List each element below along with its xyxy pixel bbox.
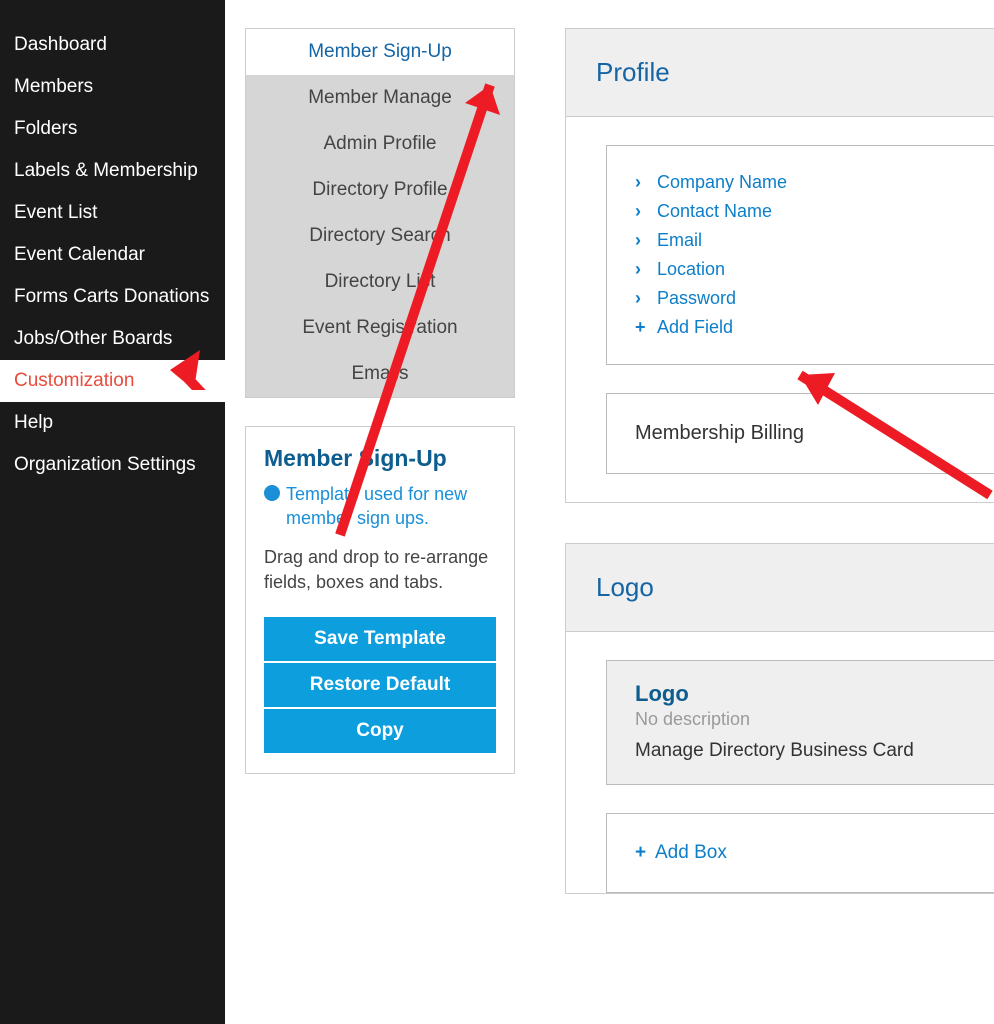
template-panel: Member Sign-Up Template used for new mem…: [245, 426, 515, 774]
panel-help-text: Drag and drop to re-arrange fields, boxe…: [264, 545, 496, 595]
logo-card-title: Logo: [635, 681, 974, 707]
sidebar: Dashboard Members Folders Labels & Membe…: [0, 0, 225, 1024]
field-password[interactable]: › Password: [635, 284, 974, 313]
profile-body: › Company Name › Contact Name › Email › …: [566, 117, 994, 502]
field-company-name[interactable]: › Company Name: [635, 168, 974, 197]
plus-icon: +: [635, 317, 657, 338]
add-box-label: Add Box: [655, 842, 727, 863]
sidebar-item-event-calendar[interactable]: Event Calendar: [0, 234, 225, 276]
panel-title: Member Sign-Up: [264, 445, 496, 472]
sidebar-item-event-list[interactable]: Event List: [0, 192, 225, 234]
sidebar-item-jobs-other-boards[interactable]: Jobs/Other Boards: [0, 318, 225, 360]
sidebar-item-organization-settings[interactable]: Organization Settings: [0, 444, 225, 486]
field-label: Password: [657, 288, 736, 309]
membership-billing-box[interactable]: Membership Billing: [606, 393, 994, 474]
profile-header: Profile: [566, 29, 994, 117]
nav-member-sign-up[interactable]: Member Sign-Up: [246, 29, 514, 75]
template-nav: Member Sign-Up Member Manage Admin Profi…: [245, 28, 515, 398]
logo-card-subtitle: No description: [635, 709, 974, 730]
chevron-right-icon: ›: [635, 172, 657, 193]
add-field-label: Add Field: [657, 317, 733, 338]
logo-body: Logo No description Manage Directory Bus…: [566, 632, 994, 893]
field-label: Email: [657, 230, 702, 251]
nav-directory-list[interactable]: Directory List: [246, 259, 514, 305]
field-contact-name[interactable]: › Contact Name: [635, 197, 974, 226]
logo-section: Logo Logo No description Manage Director…: [565, 543, 994, 894]
chevron-right-icon: ›: [635, 259, 657, 280]
profile-section: Profile › Company Name › Contact Name › …: [565, 28, 994, 503]
right-column: Profile › Company Name › Contact Name › …: [535, 0, 994, 1024]
sidebar-item-folders[interactable]: Folders: [0, 108, 225, 150]
sidebar-item-members[interactable]: Members: [0, 66, 225, 108]
nav-directory-search[interactable]: Directory Search: [246, 213, 514, 259]
field-label: Location: [657, 259, 725, 280]
add-field-button[interactable]: + Add Field: [635, 313, 974, 342]
field-label: Company Name: [657, 172, 787, 193]
middle-column: Member Sign-Up Member Manage Admin Profi…: [225, 0, 535, 1024]
add-box-button[interactable]: + Add Box: [606, 813, 994, 893]
nav-directory-profile[interactable]: Directory Profile: [246, 167, 514, 213]
sidebar-item-forms-carts-donations[interactable]: Forms Carts Donations: [0, 276, 225, 318]
nav-event-registration[interactable]: Event Registration: [246, 305, 514, 351]
nav-emails[interactable]: Emails: [246, 351, 514, 397]
chevron-right-icon: ›: [635, 288, 657, 309]
panel-description: Template used for new member sign ups.: [264, 482, 496, 531]
sidebar-item-customization[interactable]: Customization: [0, 360, 225, 402]
plus-icon: +: [635, 842, 646, 864]
logo-card[interactable]: Logo No description Manage Directory Bus…: [606, 660, 994, 785]
logo-card-action[interactable]: Manage Directory Business Card: [635, 740, 974, 762]
field-location[interactable]: › Location: [635, 255, 974, 284]
field-label: Contact Name: [657, 201, 772, 222]
nav-admin-profile[interactable]: Admin Profile: [246, 121, 514, 167]
panel-buttons: Save Template Restore Default Copy: [264, 617, 496, 753]
restore-default-button[interactable]: Restore Default: [264, 663, 496, 707]
nav-member-manage[interactable]: Member Manage: [246, 75, 514, 121]
sidebar-item-labels-membership[interactable]: Labels & Membership: [0, 150, 225, 192]
copy-button[interactable]: Copy: [264, 709, 496, 753]
sidebar-item-dashboard[interactable]: Dashboard: [0, 24, 225, 66]
save-template-button[interactable]: Save Template: [264, 617, 496, 661]
chevron-right-icon: ›: [635, 230, 657, 251]
chevron-right-icon: ›: [635, 201, 657, 222]
logo-header: Logo: [566, 544, 994, 632]
profile-fields-box: › Company Name › Contact Name › Email › …: [606, 145, 994, 365]
sidebar-item-help[interactable]: Help: [0, 402, 225, 444]
panel-description-text: Template used for new member sign ups.: [286, 484, 467, 528]
field-email[interactable]: › Email: [635, 226, 974, 255]
